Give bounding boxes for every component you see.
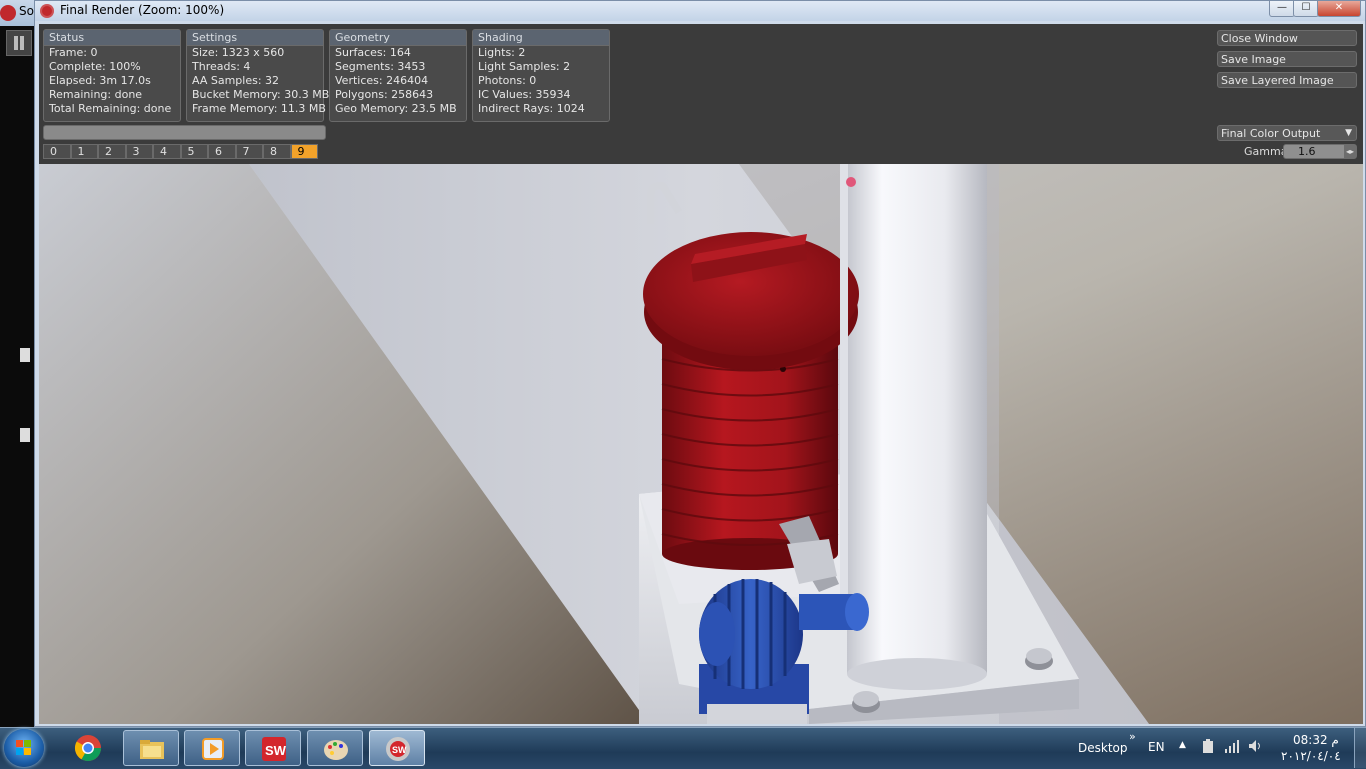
taskbar: SW SW Desktop » EN ▲ 08:32 م ٢٠١٢/٠٤/٠٤ bbox=[0, 727, 1366, 769]
taskbar-photoview-render[interactable]: SW bbox=[369, 730, 425, 766]
solidworks-app-icon bbox=[0, 5, 16, 21]
shading-line: IC Values: 35934 bbox=[478, 88, 571, 101]
taskbar-explorer[interactable] bbox=[123, 730, 179, 766]
desktop-toolbar-label[interactable]: Desktop bbox=[1078, 741, 1128, 755]
status-header: Status bbox=[44, 30, 180, 46]
shading-line: Indirect Rays: 1024 bbox=[478, 102, 585, 115]
status-line: Remaining: done bbox=[49, 88, 143, 101]
geometry-line: Geo Memory: 23.5 MB bbox=[335, 102, 457, 115]
settings-line: AA Samples: 32 bbox=[192, 74, 280, 87]
output-buffer-value: Final Color Output bbox=[1221, 127, 1321, 140]
taskbar-media-player[interactable] bbox=[184, 730, 240, 766]
status-line: Complete: 100% bbox=[49, 60, 141, 73]
frame-button-2[interactable]: 2 bbox=[98, 144, 126, 159]
frame-button-6[interactable]: 6 bbox=[208, 144, 236, 159]
frame-button-4[interactable]: 4 bbox=[153, 144, 181, 159]
folder-icon bbox=[140, 740, 164, 759]
geometry-header: Geometry bbox=[330, 30, 466, 46]
settings-line: Size: 1323 x 560 bbox=[192, 46, 285, 59]
close-window-control[interactable]: ✕ bbox=[1317, 1, 1361, 17]
geometry-line: Vertices: 246404 bbox=[335, 74, 429, 87]
shading-line: Light Samples: 2 bbox=[478, 60, 571, 73]
frame-button-8[interactable]: 8 bbox=[263, 144, 291, 159]
settings-header: Settings bbox=[187, 30, 323, 46]
chrome-icon bbox=[74, 735, 102, 762]
side-handle-1[interactable] bbox=[20, 348, 30, 362]
taskbar-paint[interactable] bbox=[307, 730, 363, 766]
frame-button-0[interactable]: 0 bbox=[43, 144, 71, 159]
clock-date[interactable]: ٢٠١٢/٠٤/٠٤ bbox=[1281, 749, 1341, 763]
status-line: Total Remaining: done bbox=[49, 102, 172, 115]
settings-line: Bucket Memory: 30.3 MB bbox=[192, 88, 330, 101]
pause-icon[interactable] bbox=[6, 30, 32, 56]
window-title: Final Render (Zoom: 100%) bbox=[60, 3, 225, 17]
frame-buffer-selector: 0 1 2 3 4 5 6 7 8 9 bbox=[43, 144, 318, 160]
render-progress-bar bbox=[43, 125, 326, 140]
final-render-window: Final Render (Zoom: 100%) — ☐ ✕ Status F… bbox=[34, 0, 1366, 727]
action-center-icon[interactable] bbox=[1201, 738, 1215, 757]
taskbar-chrome[interactable] bbox=[60, 730, 116, 766]
geometry-box: Geometry Surfaces: 164 Segments: 3453 Ve… bbox=[329, 29, 467, 122]
background-side-strip bbox=[0, 26, 36, 730]
language-indicator[interactable]: EN bbox=[1148, 740, 1165, 754]
media-player-icon bbox=[202, 738, 224, 760]
frame-button-9[interactable]: 9 bbox=[290, 144, 318, 159]
show-desktop-button[interactable] bbox=[1354, 728, 1366, 768]
status-box: Status Frame: 0 Complete: 100% Elapsed: … bbox=[43, 29, 181, 122]
status-line: Frame: 0 bbox=[49, 46, 98, 59]
frame-button-7[interactable]: 7 bbox=[235, 144, 263, 159]
shading-line: Photons: 0 bbox=[478, 74, 537, 87]
gamma-value: 1.6 bbox=[1298, 145, 1316, 158]
show-hidden-icons-icon[interactable]: ▲ bbox=[1179, 740, 1186, 750]
background-title-text: So bbox=[19, 4, 34, 18]
close-window-button[interactable]: Close Window bbox=[1217, 30, 1357, 46]
toolbar-chevron-icon[interactable]: » bbox=[1129, 730, 1136, 743]
render-info-panel: Status Frame: 0 Complete: 100% Elapsed: … bbox=[39, 24, 1363, 164]
rendered-image bbox=[39, 164, 1363, 724]
gamma-input[interactable]: 1.6 ◂▸ bbox=[1283, 144, 1357, 159]
render-viewport bbox=[39, 164, 1363, 724]
gamma-label: Gamma bbox=[1244, 145, 1288, 158]
frame-button-5[interactable]: 5 bbox=[180, 144, 208, 159]
settings-line: Frame Memory: 11.3 MB bbox=[192, 102, 326, 115]
solidworks-icon: SW bbox=[262, 737, 287, 761]
windows-logo-icon bbox=[16, 740, 32, 756]
output-buffer-select[interactable]: Final Color Output ▼ bbox=[1217, 125, 1357, 141]
render-app-icon bbox=[40, 4, 54, 18]
maximize-button[interactable]: ☐ bbox=[1293, 1, 1319, 17]
frame-button-3[interactable]: 3 bbox=[125, 144, 153, 159]
geometry-line: Segments: 3453 bbox=[335, 60, 426, 73]
minimize-button[interactable]: — bbox=[1269, 1, 1295, 17]
status-line: Elapsed: 3m 17.0s bbox=[49, 74, 151, 87]
shading-header: Shading bbox=[473, 30, 609, 46]
frame-button-1[interactable]: 1 bbox=[70, 144, 98, 159]
paint-palette-icon bbox=[324, 740, 348, 760]
start-button[interactable] bbox=[4, 729, 44, 767]
photoview-render-icon: SW bbox=[386, 737, 410, 761]
svg-text:SW: SW bbox=[265, 743, 287, 758]
settings-box: Settings Size: 1323 x 560 Threads: 4 AA … bbox=[186, 29, 330, 122]
settings-line: Threads: 4 bbox=[192, 60, 251, 73]
save-image-button[interactable]: Save Image bbox=[1217, 51, 1357, 67]
network-signal-icon[interactable] bbox=[1224, 739, 1240, 756]
dropdown-arrow-icon: ▼ bbox=[1345, 128, 1352, 138]
gamma-spinner-icon[interactable]: ◂▸ bbox=[1344, 145, 1356, 158]
volume-icon[interactable] bbox=[1248, 739, 1264, 756]
taskbar-solidworks[interactable]: SW bbox=[245, 730, 301, 766]
clock-time[interactable]: 08:32 م bbox=[1293, 733, 1339, 747]
save-layered-image-button[interactable]: Save Layered Image bbox=[1217, 72, 1357, 88]
window-title-bar[interactable]: Final Render (Zoom: 100%) bbox=[35, 1, 1365, 21]
shading-line: Lights: 2 bbox=[478, 46, 526, 59]
geometry-line: Surfaces: 164 bbox=[335, 46, 411, 59]
side-handle-2[interactable] bbox=[20, 428, 30, 442]
svg-text:SW: SW bbox=[392, 745, 407, 755]
shading-box: Shading Lights: 2 Light Samples: 2 Photo… bbox=[472, 29, 610, 122]
geometry-line: Polygons: 258643 bbox=[335, 88, 434, 101]
